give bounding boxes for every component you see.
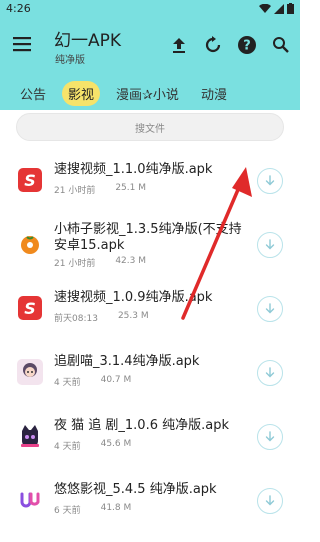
file-item[interactable]: 小柿子影视_1.3.5纯净版(不支持安卓15.apk 21 小时前 42.3 M <box>0 214 300 278</box>
help-button[interactable]: ? <box>236 34 258 56</box>
upload-icon <box>173 38 185 53</box>
refresh-button[interactable] <box>202 34 224 56</box>
download-button[interactable] <box>257 232 283 258</box>
file-list: S 速搜视频_1.1.0纯净版.apk 21 小时前 25.1 M 小柿子影视_1.3.… <box>0 150 300 534</box>
file-name: 追剧喵_3.1.4纯净版.apk <box>54 354 200 369</box>
youyou-icon <box>17 487 43 513</box>
download-button[interactable] <box>257 168 283 194</box>
file-item[interactable]: 悠悠影视_5.4.5 纯净版.apk 6 天前 41.8 M <box>0 470 300 534</box>
file-meta: 4 天前 45.6 M <box>54 439 131 452</box>
download-icon <box>265 367 275 378</box>
sousou-s-icon: S <box>17 167 43 193</box>
download-icon <box>265 175 275 186</box>
system-icons <box>259 3 294 14</box>
file-size: 25.1 M <box>115 183 146 193</box>
file-size: 41.8 M <box>100 503 132 513</box>
file-meta: 前天08:13 25.3 M <box>54 311 149 324</box>
tab-3[interactable]: 动漫 <box>195 81 233 106</box>
sousou-s-icon: S <box>17 295 43 321</box>
file-name: 悠悠影视_5.4.5 纯净版.apk <box>54 482 217 497</box>
night-cat-icon <box>17 423 43 449</box>
download-button[interactable] <box>257 296 283 322</box>
search-button[interactable] <box>270 34 292 56</box>
battery-icon <box>287 3 294 14</box>
svg-text:?: ? <box>243 39 251 54</box>
search-icon <box>273 37 289 53</box>
file-time: 21 小时前 <box>54 186 96 196</box>
file-time: 4 天前 <box>54 378 81 388</box>
app-subtitle: 纯净版 <box>55 55 85 66</box>
status-bar: 4:26 <box>0 0 300 17</box>
file-meta: 4 天前 40.7 M <box>54 375 131 388</box>
file-size: 40.7 M <box>100 375 132 385</box>
anime-girl-icon <box>17 359 43 385</box>
download-icon <box>265 431 275 442</box>
file-name: 夜 猫 追 剧_1.0.6 纯净版.apk <box>54 418 229 433</box>
file-item[interactable]: S 速搜视频_1.0.9纯净版.apk 前天08:13 25.3 M <box>0 278 300 342</box>
file-meta: 21 小时前 42.3 M <box>54 256 146 269</box>
tab-1[interactable]: 影视 <box>62 81 101 106</box>
file-time: 21 小时前 <box>54 259 96 269</box>
status-time: 4:26 <box>6 2 31 15</box>
refresh-icon <box>205 36 221 53</box>
wifi-icon <box>259 3 271 13</box>
persimmon-icon <box>17 231 43 257</box>
file-name: 速搜视频_1.0.9纯净版.apk <box>54 290 213 305</box>
upload-button[interactable] <box>168 34 190 56</box>
download-button[interactable] <box>257 488 283 514</box>
file-item[interactable]: S 速搜视频_1.1.0纯净版.apk 21 小时前 25.1 M <box>0 150 300 214</box>
tab-2[interactable]: 漫画✰小说 <box>110 81 185 106</box>
search-input[interactable]: 搜文件 <box>16 113 284 141</box>
search-placeholder: 搜文件 <box>135 123 165 135</box>
file-time: 4 天前 <box>54 442 81 452</box>
file-item[interactable]: 追剧喵_3.1.4纯净版.apk 4 天前 40.7 M <box>0 342 300 406</box>
tab-0[interactable]: 公告 <box>14 81 52 106</box>
file-time: 前天08:13 <box>54 314 98 324</box>
toolbar-actions: ? <box>168 34 292 56</box>
signal-icon <box>274 3 284 14</box>
file-meta: 6 天前 41.8 M <box>54 503 131 516</box>
download-icon <box>265 239 275 250</box>
file-meta: 21 小时前 25.1 M <box>54 183 146 196</box>
app-title: 幻一APK <box>54 31 122 51</box>
help-icon: ? <box>238 36 256 54</box>
file-time: 6 天前 <box>54 506 81 516</box>
file-name: 速搜视频_1.1.0纯净版.apk <box>54 162 213 177</box>
file-name: 小柿子影视_1.3.5纯净版(不支持安卓15.apk <box>54 222 242 253</box>
download-button[interactable] <box>257 424 283 450</box>
file-size: 25.3 M <box>117 311 149 321</box>
download-icon <box>265 495 275 506</box>
download-button[interactable] <box>257 360 283 386</box>
category-tabs: 公告 影视 漫画✰小说 动漫 <box>0 77 300 110</box>
app-bar: 幻一APK 纯净版 ? <box>0 17 300 77</box>
download-icon <box>265 303 275 314</box>
menu-icon[interactable] <box>12 35 34 53</box>
file-size: 45.6 M <box>100 439 132 449</box>
file-item[interactable]: 夜 猫 追 剧_1.0.6 纯净版.apk 4 天前 45.6 M <box>0 406 300 470</box>
file-size: 42.3 M <box>115 256 146 266</box>
